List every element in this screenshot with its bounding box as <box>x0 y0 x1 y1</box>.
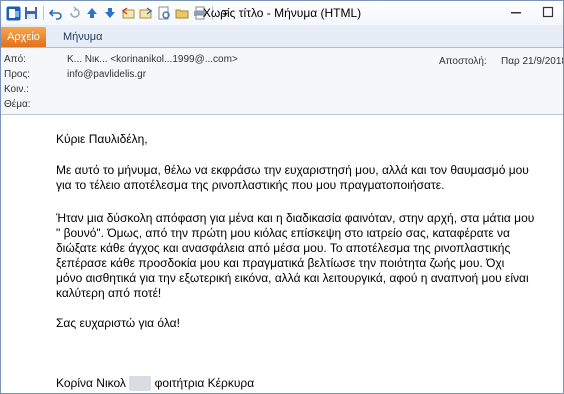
from-row: Από: Κ... Νικ... <korinanikol...1999@...… <box>4 53 434 67</box>
body-line: Με αυτό το μήνυμα, θέλω να εκφράσω την ε… <box>56 163 529 177</box>
sent-label: Αποστολή: <box>439 56 487 67</box>
subject-row: Θέμα: <box>4 98 434 112</box>
ribbon-tab-bar: Αρχείο Μήνυμα <box>1 25 563 48</box>
tab-file[interactable]: Αρχείο <box>1 27 46 47</box>
maximize-icon[interactable] <box>539 4 557 20</box>
body-line: καλύτερη από ποτέ! <box>56 286 162 300</box>
message-body[interactable]: Κύριε Παυλιδέλη, Με αυτό το μήνυμα, θέλω… <box>1 115 563 393</box>
subject-label: Θέμα: <box>4 99 31 110</box>
body-line: μόνο αισθητικά για την εξωτερική εικόνα,… <box>56 271 529 285</box>
to-row: Προς: info@pavlidelis.gr <box>4 68 434 82</box>
from-value[interactable]: Κ... Νικ... <korinanikol...1999@...com> <box>67 53 238 67</box>
signature-name: Κορίνα Νικολ <box>56 376 126 390</box>
body-line: για το τέλειο αποτέλεσμα της ρινοπλαστικ… <box>56 178 445 192</box>
body-line: διώξατε κάθε άγχος και ανασφάλεια από μέ… <box>56 241 511 255</box>
to-value[interactable]: info@pavlidelis.gr <box>67 68 146 82</box>
message-header: Από: Κ... Νικ... <korinanikol...1999@...… <box>1 48 563 115</box>
minimize-icon[interactable] <box>507 4 525 20</box>
cc-row: Κοιν.: <box>4 83 434 97</box>
thanks-line: Σας ευχαριστώ για όλα! <box>56 316 180 330</box>
window-controls <box>507 4 557 20</box>
signature-role: φοιτήτρια Κέρκυρα <box>154 376 255 390</box>
redacted-text <box>129 376 152 391</box>
body-line: " βουνό". Όμως, από την πρώτη μου κιόλας… <box>56 226 510 240</box>
title-bar: Χωρίς τίτλο - Μήνυμα (HTML) <box>1 1 563 25</box>
message-window: Χωρίς τίτλο - Μήνυμα (HTML) Αρχείο Μήνυμ… <box>0 0 564 394</box>
body-line: ξεπέρασε κάθε προσδοκία μου και πραγματι… <box>56 256 505 270</box>
cc-label: Κοιν.: <box>4 84 29 95</box>
greeting: Κύριε Παυλιδέλη, <box>56 132 148 146</box>
to-label: Προς: <box>4 69 31 80</box>
signature: Κορίνα Νικολ φοιτήτρια Κέρκυρα <box>56 376 556 391</box>
from-label: Από: <box>4 54 26 65</box>
tab-message[interactable]: Μήνυμα <box>63 31 103 43</box>
sent-value: Παρ 21/9/2018 <box>501 56 564 67</box>
window-title: Χωρίς τίτλο - Μήνυμα (HTML) <box>202 6 362 20</box>
body-line: Ήταν μια δύσκολη απόφαση για μένα και η … <box>56 211 535 225</box>
